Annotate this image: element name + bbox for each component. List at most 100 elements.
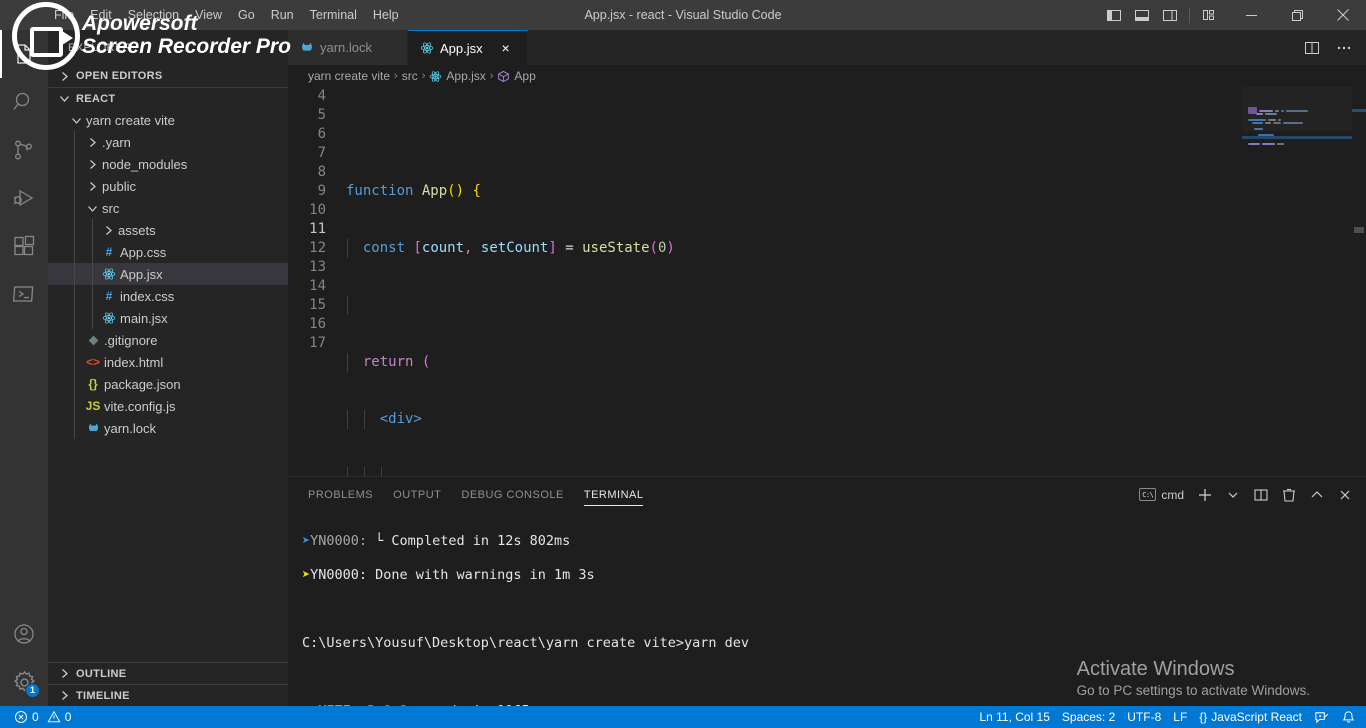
editor-group: yarn.lock App.jsx × yarn create vite › s… (288, 30, 1366, 706)
code-line-6[interactable]: const [count, setCount] = useState(0) (346, 239, 1366, 258)
section-react[interactable]: REACT (48, 87, 288, 109)
section-outline[interactable]: OUTLINE (48, 662, 288, 684)
breadcrumb-label: src (401, 69, 418, 83)
tree-item-node-modules[interactable]: node_modules (48, 153, 288, 175)
json-icon: {} (88, 377, 98, 391)
tree-item-src[interactable]: src (48, 197, 288, 219)
code-line-10[interactable] (346, 467, 1366, 476)
breadcrumb-item-symbol[interactable]: App (497, 69, 536, 83)
code-line-5[interactable]: function App() { (346, 182, 1366, 201)
panel-actions: C:\ cmd (1133, 482, 1366, 508)
more-actions-icon[interactable] (1330, 34, 1358, 62)
tab-debug-console[interactable]: DEBUG CONSOLE (461, 477, 563, 512)
status-problems[interactable]: 0 0 (8, 706, 77, 728)
tree-item-vite-config-js[interactable]: JS vite.config.js (48, 395, 288, 417)
code-line-8[interactable]: return ( (346, 353, 1366, 372)
tree-item-index-css[interactable]: # index.css (48, 285, 288, 307)
menu-file[interactable]: File (46, 5, 82, 25)
close-button[interactable] (1320, 0, 1366, 30)
tree-item-gitignore[interactable]: .gitignore (48, 329, 288, 351)
minimap-slider[interactable] (1242, 87, 1352, 131)
status-eol[interactable]: LF (1167, 706, 1193, 728)
activity-settings[interactable]: 1 (0, 658, 48, 706)
activity-run-and-debug[interactable] (0, 174, 48, 222)
menu-go[interactable]: Go (230, 5, 263, 25)
menu-help[interactable]: Help (365, 5, 407, 25)
tab-yarn-lock[interactable]: yarn.lock (288, 30, 408, 65)
new-terminal-icon[interactable] (1192, 482, 1218, 508)
status-cursor-position[interactable]: Ln 11, Col 15 (973, 706, 1056, 728)
tree-item-app-css[interactable]: # App.css (48, 241, 288, 263)
section-open-editors[interactable]: OPEN EDITORS (48, 65, 288, 87)
restore-button[interactable] (1274, 0, 1320, 30)
tree-item-dot-yarn[interactable]: .yarn (48, 131, 288, 153)
settings-badge: 1 (25, 683, 40, 698)
menu-view[interactable]: View (187, 5, 230, 25)
git-icon (84, 334, 102, 347)
status-indentation[interactable]: Spaces: 2 (1056, 706, 1121, 728)
kill-terminal-icon[interactable] (1276, 482, 1302, 508)
toggle-primary-sidebar-icon[interactable] (1101, 2, 1127, 28)
tree-item-public[interactable]: public (48, 175, 288, 197)
minimize-button[interactable] (1228, 0, 1274, 30)
close-panel-icon[interactable] (1332, 482, 1358, 508)
terminal-shell-selector[interactable]: C:\ cmd (1133, 488, 1190, 502)
maximize-panel-icon[interactable] (1304, 482, 1330, 508)
tree-item-package-json[interactable]: {} package.json (48, 373, 288, 395)
tab-output[interactable]: OUTPUT (393, 477, 441, 512)
editor-minimap[interactable] (1242, 87, 1352, 476)
tree-item-yarn-create-vite[interactable]: yarn create vite (48, 109, 288, 131)
status-feedback[interactable] (1308, 706, 1335, 728)
tree-item-main-jsx[interactable]: main.jsx (48, 307, 288, 329)
menu-terminal[interactable]: Terminal (302, 5, 365, 25)
code-editor[interactable]: 4 5 6 7 8 9 10 11 12 13 14 15 16 17 func… (288, 87, 1366, 476)
toggle-secondary-sidebar-icon[interactable] (1157, 2, 1183, 28)
activity-remote-explorer[interactable] (0, 270, 48, 318)
toggle-panel-icon[interactable] (1129, 2, 1155, 28)
section-open-editors-label: OPEN EDITORS (76, 70, 163, 82)
tab-app-jsx[interactable]: App.jsx × (408, 30, 528, 65)
react-icon (420, 41, 434, 55)
chevron-down-icon (84, 200, 100, 216)
symbol-method-icon (497, 70, 510, 83)
editor-scrollbar[interactable] (1352, 87, 1366, 476)
code-line-7[interactable] (346, 296, 1366, 315)
title-bar-right (1101, 0, 1366, 30)
menu-edit[interactable]: Edit (82, 5, 120, 25)
breadcrumb-item-project[interactable]: yarn create vite (308, 69, 390, 83)
menu-selection[interactable]: Selection (120, 5, 187, 25)
code-line-4[interactable] (346, 125, 1366, 144)
tab-terminal[interactable]: TERMINAL (583, 477, 644, 512)
chevron-down-icon[interactable] (1220, 482, 1246, 508)
file-tree[interactable]: yarn create vite .yarn node_modules publ… (48, 109, 288, 662)
tree-item-yarn-lock[interactable]: yarn.lock (48, 417, 288, 439)
code-lines[interactable]: function App() { const [count, setCount]… (346, 87, 1366, 476)
split-terminal-icon[interactable] (1248, 482, 1274, 508)
activity-explorer[interactable] (0, 30, 48, 78)
tree-item-index-html[interactable]: <> index.html (48, 351, 288, 373)
breadcrumb-item-src[interactable]: src (402, 69, 418, 83)
customize-layout-icon[interactable] (1196, 2, 1222, 28)
workbench-body: 1 EXPLORER OPEN EDITORS REACT yarn creat… (0, 30, 1366, 706)
tree-label: package.json (104, 376, 181, 392)
tab-problems[interactable]: PROBLEMS (308, 477, 373, 512)
activity-extensions[interactable] (0, 222, 48, 270)
terminal-output[interactable]: ➤YN0000: └ Completed in 12s 802ms ➤YN000… (288, 512, 1366, 706)
status-language-mode[interactable]: {} JavaScript React (1193, 706, 1308, 728)
menu-run[interactable]: Run (263, 5, 302, 25)
tree-item-app-jsx[interactable]: App.jsx (48, 263, 288, 285)
section-timeline[interactable]: TIMELINE (48, 684, 288, 706)
code-line-9[interactable]: <div> (346, 410, 1366, 429)
status-encoding[interactable]: UTF-8 (1121, 706, 1167, 728)
activity-source-control[interactable] (0, 126, 48, 174)
breadcrumb-item-file[interactable]: App.jsx (429, 69, 486, 83)
activity-search[interactable] (0, 78, 48, 126)
editor-viewport[interactable]: 4 5 6 7 8 9 10 11 12 13 14 15 16 17 func… (288, 87, 1366, 476)
activity-accounts[interactable] (0, 610, 48, 658)
tree-item-assets[interactable]: assets (48, 219, 288, 241)
close-icon[interactable]: × (497, 39, 515, 57)
error-count: 0 (32, 710, 39, 724)
menu-bar: File Edit Selection View Go Run Terminal… (46, 5, 407, 25)
status-notifications[interactable] (1335, 706, 1362, 728)
split-editor-icon[interactable] (1298, 34, 1326, 62)
